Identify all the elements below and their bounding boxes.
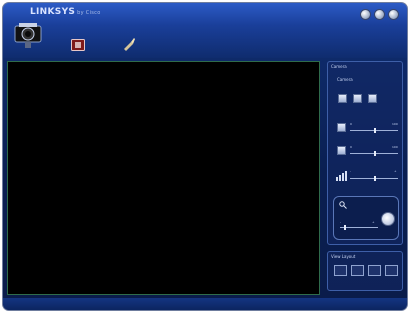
- logo-by-text: by Cisco: [77, 10, 101, 16]
- window-controls: [360, 9, 399, 20]
- volume-slider-knob[interactable]: [374, 176, 376, 181]
- brightness-min: 0: [350, 122, 352, 126]
- brightness-icon: [337, 123, 346, 132]
- maximize-button[interactable]: [374, 9, 385, 20]
- contrast-icon: [337, 146, 346, 155]
- view-nine-button[interactable]: [385, 265, 398, 276]
- camera-mode-button-1[interactable]: [338, 94, 347, 103]
- status-bar: [3, 298, 407, 310]
- volume-max: +: [394, 169, 397, 173]
- app-window: LINKSYS by Cisco Camera Camera 0 100 0 1…: [3, 3, 407, 310]
- logo-text: LINKSYS: [30, 7, 76, 17]
- panel-subtitle: Camera: [337, 77, 353, 82]
- view-single-button[interactable]: [334, 265, 347, 276]
- close-button[interactable]: [388, 9, 399, 20]
- app-logo: LINKSYS by Cisco: [30, 7, 101, 17]
- volume-bars-icon: [336, 171, 347, 181]
- minimize-button[interactable]: [360, 9, 371, 20]
- contrast-min: 0: [350, 145, 352, 149]
- camera-mode-button-3[interactable]: [368, 94, 377, 103]
- zoom-slider-knob[interactable]: [344, 225, 346, 230]
- brightness-max: 100: [392, 122, 398, 126]
- zoom-min: -: [340, 220, 342, 224]
- view-panel-title: View Layout: [331, 254, 356, 259]
- zoom-max: +: [372, 220, 375, 224]
- contrast-max: 100: [392, 145, 398, 149]
- volume-min: -: [350, 169, 352, 173]
- panel-title: Camera: [331, 64, 347, 69]
- pan-tilt-dpad[interactable]: [381, 212, 395, 226]
- camera-icon[interactable]: [13, 20, 43, 50]
- wrench-icon[interactable]: [122, 37, 136, 51]
- magnifier-icon: [339, 201, 347, 209]
- brightness-slider-knob[interactable]: [374, 128, 376, 133]
- video-preview[interactable]: [7, 61, 320, 295]
- title-bar: LINKSYS by Cisco: [3, 3, 407, 58]
- view-six-button[interactable]: [368, 265, 381, 276]
- camera-controls-panel: Camera Camera 0 100 0 100 - + - +: [327, 61, 403, 245]
- contrast-slider-knob[interactable]: [374, 151, 376, 156]
- view-quad-button[interactable]: [351, 265, 364, 276]
- zoom-pan-box: - +: [333, 196, 399, 240]
- view-layout-panel: View Layout: [327, 251, 403, 291]
- camera-mode-button-2[interactable]: [353, 94, 362, 103]
- snapshot-icon[interactable]: [71, 39, 85, 51]
